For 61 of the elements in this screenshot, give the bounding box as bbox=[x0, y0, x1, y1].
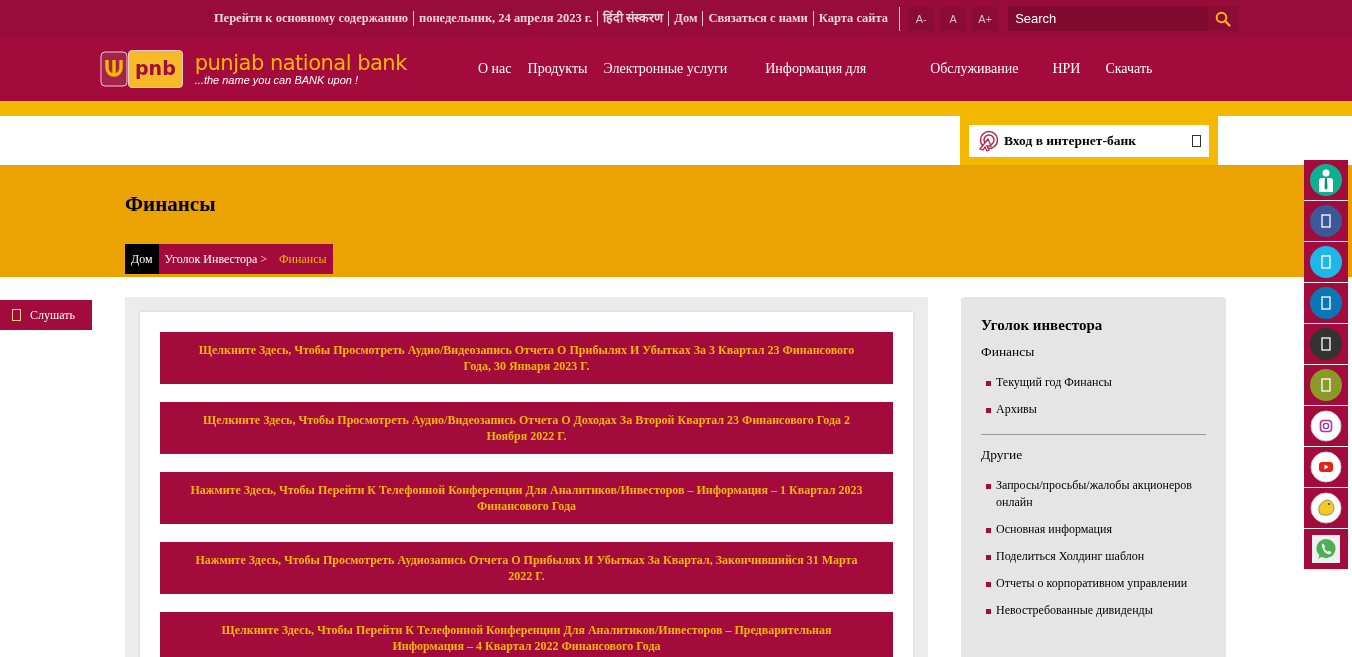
top-bar-link[interactable]: Дом bbox=[668, 11, 703, 26]
sidebar-heading: Финансы bbox=[981, 344, 1036, 360]
listen-button[interactable]: Слушать bbox=[0, 300, 92, 330]
play-icon[interactable] bbox=[1310, 451, 1342, 483]
sidebar-title: Уголок инвестора bbox=[981, 317, 1104, 334]
square-glyph-icon[interactable] bbox=[1310, 328, 1342, 360]
sidebar-link[interactable]: Текущий год Финансы bbox=[996, 374, 1112, 391]
nav-link[interactable]: Обслуживание bbox=[930, 61, 1019, 77]
nav-link[interactable]: НРИ bbox=[1052, 61, 1081, 77]
bullet-icon bbox=[986, 609, 991, 614]
bullet-icon bbox=[986, 381, 991, 386]
bullet-icon bbox=[986, 408, 991, 413]
bird-icon[interactable] bbox=[1310, 492, 1342, 524]
nav-link[interactable]: Продукты bbox=[527, 61, 588, 77]
bullet-icon bbox=[986, 582, 991, 587]
search-field[interactable]: Search bbox=[1008, 6, 1209, 31]
top-bar-link[interactable]: Карта сайта bbox=[812, 11, 894, 26]
tagline: ...the name you can BANK upon ! bbox=[194, 74, 359, 86]
report-link-button[interactable]: Щелкните Здесь, Чтобы Просмотреть Аудио/Видеозапись Отчета О Прибылях И Убытках За 3 Квартал 23 Финансового Года, 30 Января 2023 Г. bbox=[160, 332, 893, 384]
sidebar-link[interactable]: Основная информация bbox=[996, 521, 1112, 538]
top-bar-link[interactable]: हिंदी संस्करण bbox=[597, 11, 669, 26]
cursor-click-icon bbox=[977, 130, 999, 152]
person-icon[interactable] bbox=[1310, 164, 1342, 196]
chat-phone-icon[interactable] bbox=[1312, 535, 1340, 563]
camera-icon[interactable] bbox=[1310, 410, 1342, 442]
square-glyph-icon[interactable] bbox=[1310, 287, 1342, 319]
sidebar-link[interactable]: Архивы bbox=[996, 401, 1037, 418]
sidebar-link[interactable]: Невостребованные дивиденды bbox=[996, 602, 1153, 619]
bullet-icon bbox=[986, 528, 991, 533]
search-icon bbox=[1215, 10, 1232, 27]
nav-link[interactable]: Скачать bbox=[1105, 61, 1153, 77]
sidebar-link[interactable]: Запросы/просьбы/жалобы акционеров онлайн bbox=[996, 477, 1206, 511]
nav-link[interactable]: О нас bbox=[478, 61, 512, 77]
sidebar-heading: Другие bbox=[981, 447, 1024, 463]
page-title: Финансы bbox=[125, 193, 216, 216]
report-link-button[interactable]: Нажмите Здесь, Чтобы Просмотреть Аудиозапись Отчета О Прибылях И Убытках За Квартал, Закончившийся 31 Марта 2022 Г. bbox=[160, 542, 893, 594]
sidebar-link[interactable]: Отчеты о корпоративном управлении bbox=[996, 575, 1188, 592]
bullet-icon bbox=[986, 484, 991, 489]
square-glyph-icon[interactable] bbox=[1310, 246, 1342, 278]
font-size-button[interactable]: A- bbox=[908, 6, 935, 31]
sidebar-link[interactable]: Поделиться Холдинг шаблон bbox=[996, 548, 1145, 565]
nav-link[interactable]: Электронные услуги bbox=[603, 61, 728, 77]
report-link-button[interactable]: Нажмите Здесь, Чтобы Перейти К Телефонной Конференции Для Аналитиков/Инвесторов – Информация – 1 Квартал 2023 Финансового Года bbox=[160, 472, 893, 524]
logo-emblem-icon bbox=[100, 50, 128, 88]
square-icon bbox=[12, 309, 21, 321]
login-button[interactable]: Вход в интернет-банк bbox=[969, 125, 1209, 157]
square-glyph-icon[interactable] bbox=[1310, 205, 1342, 237]
breadcrumb-link[interactable]: Дом bbox=[125, 244, 159, 274]
font-size-button[interactable]: A bbox=[940, 6, 967, 31]
square-glyph-icon[interactable] bbox=[1310, 369, 1342, 401]
breadcrumb-link[interactable]: Уголок Инвестора > bbox=[158, 244, 274, 274]
report-link-button[interactable]: Щелкните Здесь, Чтобы Просмотреть Аудио/Видеозапись Отчета О Доходах За Второй Квартал 23 Финансового Года 2 Ноября 2022 Г. bbox=[160, 402, 893, 454]
font-size-button[interactable]: A+ bbox=[972, 6, 999, 31]
search-button[interactable] bbox=[1208, 6, 1239, 31]
bank-name: punjab national bank bbox=[194, 52, 407, 74]
logo-mark: pnb bbox=[128, 50, 183, 88]
report-link-button[interactable]: Щелкните Здесь, Чтобы Перейти К Телефонной Конференции Для Аналитиков/Инвесторов – Предварительная Информация – 4 Квартал 2022 Финансового Года bbox=[160, 612, 893, 657]
nav-link[interactable]: Информация для bbox=[765, 61, 867, 77]
top-bar-link[interactable]: Связаться с нами bbox=[702, 11, 813, 26]
square-icon bbox=[1192, 135, 1201, 147]
bullet-icon bbox=[986, 555, 991, 560]
